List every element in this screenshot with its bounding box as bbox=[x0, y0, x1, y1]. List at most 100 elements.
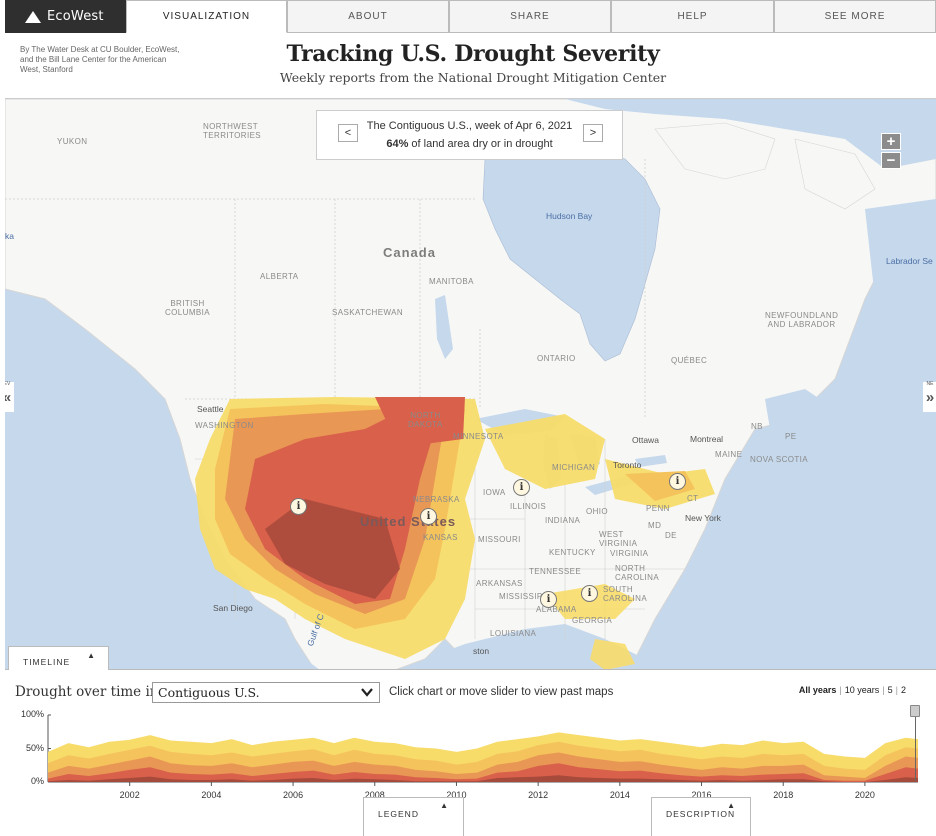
label-canada: Canada bbox=[383, 245, 436, 260]
label-north-carolina: NORTH CAROLINA bbox=[615, 564, 660, 582]
label-montreal: Montreal bbox=[690, 434, 724, 444]
label-west-virginia: WEST VIRGINIA bbox=[599, 530, 638, 548]
label-minnesota: MINNESOTA bbox=[453, 432, 504, 441]
north-america-land bbox=[5, 99, 936, 669]
label-ka: ka bbox=[5, 231, 14, 241]
info-pin-midwest[interactable]: i bbox=[513, 479, 530, 496]
caret-up-icon: ▲ bbox=[440, 801, 449, 810]
drought-map[interactable]: YUKON NORTHWEST TERRITORIES Hudson Bay C… bbox=[5, 98, 936, 669]
label-united-states: United States bbox=[360, 514, 457, 529]
timeline-hint: Click chart or move slider to view past … bbox=[389, 686, 614, 698]
x-tick-label: 2012 bbox=[528, 790, 549, 800]
zoom-out-button[interactable]: − bbox=[881, 152, 901, 169]
region-select[interactable]: Contiguous U.S. bbox=[152, 682, 380, 703]
label-san-diego: San Diego bbox=[213, 603, 253, 613]
caret-up-icon: ▲ bbox=[727, 801, 736, 810]
range-2-years[interactable]: 2 bbox=[901, 685, 906, 695]
y-tick-label: 0% bbox=[30, 776, 44, 786]
week-info-box: < The Contiguous U.S., week of Apr 6, 20… bbox=[316, 110, 623, 160]
legend-tab-label: LEGEND bbox=[378, 809, 419, 819]
label-georgia: GEORGIA bbox=[572, 616, 613, 625]
label-toronto: Toronto bbox=[613, 460, 642, 470]
label-louisiana: LOUISIANA bbox=[490, 629, 537, 638]
label-nova-scotia: NOVA SCOTIA bbox=[750, 455, 809, 464]
map-base bbox=[5, 99, 936, 669]
region-select-value: Contiguous U.S. bbox=[158, 685, 260, 700]
label-penn: PENN bbox=[646, 504, 670, 513]
next-week-button[interactable]: > bbox=[583, 124, 603, 142]
label-yukon: YUKON bbox=[57, 137, 88, 146]
info-pin-southeast[interactable]: i bbox=[581, 585, 598, 602]
timeline-tab-label: TIMELINE bbox=[23, 657, 71, 667]
top-nav: EcoWest VISUALIZATION ABOUT SHARE HELP S… bbox=[0, 0, 936, 33]
label-kansas: KANSAS bbox=[423, 533, 458, 542]
next-region-text: NE bbox=[926, 381, 934, 387]
label-ct: CT bbox=[687, 494, 699, 503]
label-illinois: ILLINOIS bbox=[510, 502, 547, 511]
tab-share[interactable]: SHARE bbox=[449, 0, 611, 33]
legend-tab[interactable]: LEGEND ▲ bbox=[363, 797, 464, 836]
label-pe: PE bbox=[785, 432, 797, 441]
label-de: DE bbox=[665, 531, 677, 540]
tab-visualization[interactable]: VISUALIZATION bbox=[126, 0, 287, 33]
label-seattle: Seattle bbox=[197, 404, 224, 414]
x-tick-label: 2014 bbox=[609, 790, 630, 800]
info-pin-northeast[interactable]: i bbox=[669, 473, 686, 490]
drought-percent-suffix: of land area dry or in drought bbox=[408, 138, 553, 150]
description-tab[interactable]: DESCRIPTION ▲ bbox=[651, 797, 751, 836]
y-tick-label: 50% bbox=[25, 742, 44, 753]
ecowest-logo[interactable]: EcoWest bbox=[5, 0, 127, 33]
drought-percent: 64% bbox=[386, 138, 409, 150]
tab-see-more[interactable]: SEE MORE bbox=[774, 0, 936, 33]
prev-region-text: EV bbox=[5, 381, 11, 387]
range-10-years[interactable]: 10 years bbox=[845, 685, 880, 695]
tab-about[interactable]: ABOUT bbox=[287, 0, 449, 33]
page-subtitle: Weekly reports from the National Drought… bbox=[279, 70, 667, 85]
double-chevron-left-icon: « bbox=[5, 389, 11, 406]
x-tick-label: 2006 bbox=[283, 790, 304, 800]
label-quebec: QUÉBEC bbox=[671, 356, 708, 365]
timeline-slider-line bbox=[915, 717, 916, 781]
label-nebraska: NEBRASKA bbox=[413, 495, 460, 504]
label-kentucky: KENTUCKY bbox=[549, 548, 596, 557]
info-pin-west[interactable]: i bbox=[290, 498, 307, 515]
label-iowa: IOWA bbox=[483, 488, 506, 497]
label-alberta: ALBERTA bbox=[260, 272, 299, 281]
drought-percent-line: 64% of land area dry or in drought bbox=[317, 138, 622, 150]
label-ohio: OHIO bbox=[586, 507, 609, 516]
chevron-down-icon bbox=[361, 688, 373, 697]
label-michigan: MICHIGAN bbox=[552, 463, 596, 472]
info-pin-plains[interactable]: i bbox=[420, 508, 437, 525]
x-tick-label: 2020 bbox=[854, 790, 875, 800]
st-lawrence bbox=[765, 389, 835, 444]
week-text: The Contiguous U.S., week of Apr 6, 2021 bbox=[366, 120, 573, 132]
x-tick-label: 2004 bbox=[201, 790, 222, 800]
label-ontario: ONTARIO bbox=[537, 354, 576, 363]
label-bc: BRITISH COLUMBIA bbox=[165, 299, 210, 317]
label-nwt: NORTHWEST TERRITORIES bbox=[203, 122, 262, 140]
timeline-title: Drought over time in bbox=[15, 684, 159, 700]
label-washington: WASHINGTON bbox=[195, 421, 254, 430]
label-ottawa: Ottawa bbox=[632, 435, 659, 445]
range-5-years[interactable]: 5 bbox=[888, 685, 893, 695]
label-md: MD bbox=[648, 521, 662, 530]
range-all-years[interactable]: All years bbox=[799, 685, 837, 695]
label-alabama: ALABAMA bbox=[536, 605, 577, 614]
label-nb: NB bbox=[751, 422, 763, 431]
description-tab-label: DESCRIPTION bbox=[666, 809, 736, 819]
byline: By The Water Desk at CU Boulder, EcoWest… bbox=[20, 45, 180, 74]
mountain-icon bbox=[25, 10, 41, 23]
label-labrador-sea: Labrador Se bbox=[886, 256, 933, 266]
timeline-slider-handle[interactable] bbox=[910, 705, 920, 717]
tab-help[interactable]: HELP bbox=[611, 0, 774, 33]
range-options: All years | 10 years | 5 | 2 bbox=[798, 685, 906, 695]
info-pin-south[interactable]: i bbox=[540, 591, 557, 608]
label-arkansas: ARKANSAS bbox=[476, 579, 523, 588]
timeline-tab[interactable]: TIMELINE ▲ bbox=[8, 646, 109, 670]
double-chevron-right-icon: » bbox=[925, 388, 935, 406]
prev-region-arrow[interactable]: EV « bbox=[5, 381, 14, 412]
label-newfoundland: NEWFOUNDLAND AND LABRADOR bbox=[765, 311, 839, 329]
label-saskatchewan: SASKATCHEWAN bbox=[332, 308, 404, 317]
next-region-arrow[interactable]: NE » bbox=[923, 381, 936, 412]
zoom-in-button[interactable]: + bbox=[881, 133, 901, 150]
